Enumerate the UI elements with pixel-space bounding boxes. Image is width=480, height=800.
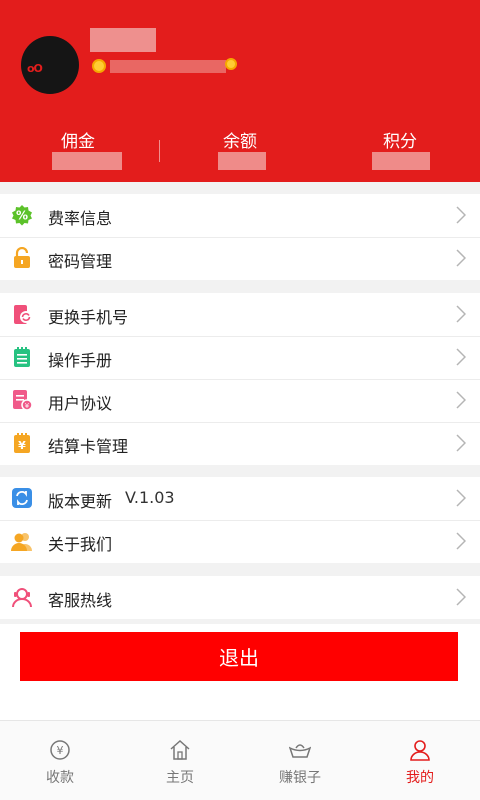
svg-text:¥: ¥ <box>25 402 30 410</box>
stat-balance-value-redacted <box>218 152 266 170</box>
logout-button[interactable]: 退出 <box>20 632 458 681</box>
redacted-account-info <box>110 60 226 73</box>
menu-group-app: 版本更新 V.1.03 关于我们 <box>0 477 480 563</box>
avatar[interactable]: oO <box>21 36 79 94</box>
app-version: V.1.03 <box>125 488 175 507</box>
agreement-icon: ¥ <box>13 390 33 411</box>
menu-item-label: 结算卡管理 <box>48 437 129 456</box>
menu-item-manual[interactable]: 操作手册 <box>0 336 480 379</box>
stat-points-label[interactable]: 积分 <box>350 127 450 152</box>
people-icon <box>11 533 32 551</box>
chevron-right-icon <box>456 348 466 366</box>
tab-home[interactable]: 主页 <box>120 721 240 800</box>
tab-collect[interactable]: ¥ 收款 <box>0 721 120 800</box>
bottom-tab-bar: ¥ 收款 主页 赚银子 我的 <box>0 720 480 800</box>
menu-group-support: 客服热线 <box>0 576 480 619</box>
tab-label: 主页 <box>166 770 194 786</box>
chevron-right-icon <box>456 249 466 267</box>
lock-icon <box>14 247 30 268</box>
manual-icon <box>14 347 30 367</box>
yen-coin-icon: ¥ <box>50 740 70 760</box>
stat-balance-label[interactable]: 余额 <box>190 127 290 152</box>
menu-item-label: 版本更新 <box>48 492 113 511</box>
tab-mine[interactable]: 我的 <box>360 721 480 800</box>
user-icon <box>410 740 430 761</box>
menu-item-settlement-card[interactable]: ¥ 结算卡管理 <box>0 422 480 465</box>
chevron-right-icon <box>456 305 466 323</box>
menu-group-settings: 更换手机号 操作手册 ¥ 用户协议 ¥ 结算卡管理 <box>0 293 480 465</box>
menu-item-customer-service[interactable]: 客服热线 <box>0 576 480 619</box>
menu-item-label: 用户协议 <box>48 394 113 413</box>
chevron-right-icon <box>456 434 466 452</box>
menu-item-rate-info[interactable]: % 费率信息 <box>0 194 480 237</box>
profile-header: oO 佣金 余额 积分 <box>0 0 480 182</box>
percent-icon: % <box>12 205 32 226</box>
menu-item-label: 费率信息 <box>48 209 113 228</box>
menu-item-label: 更换手机号 <box>48 308 129 327</box>
menu-item-label: 密码管理 <box>48 252 113 271</box>
home-icon <box>170 739 190 760</box>
tab-label: 赚银子 <box>279 770 321 786</box>
menu-item-about-us[interactable]: 关于我们 <box>0 520 480 563</box>
menu-item-label: 客服热线 <box>48 591 113 610</box>
avatar-mark: oO <box>27 62 43 75</box>
redacted-username <box>90 28 156 52</box>
chevron-right-icon <box>456 588 466 606</box>
chevron-right-icon <box>456 532 466 550</box>
chevron-right-icon <box>456 391 466 409</box>
tab-label: 收款 <box>46 770 74 786</box>
customer-service-icon <box>12 588 32 608</box>
menu-item-agreement[interactable]: ¥ 用户协议 <box>0 379 480 422</box>
svg-text:¥: ¥ <box>57 744 64 757</box>
stat-divider <box>159 140 160 162</box>
menu-item-label: 关于我们 <box>48 535 113 554</box>
coin-icon <box>92 59 106 73</box>
verified-coin-icon <box>225 58 237 70</box>
chevron-right-icon <box>456 206 466 224</box>
silver-ingot-icon <box>289 744 311 758</box>
refresh-icon <box>12 488 32 508</box>
svg-text:¥: ¥ <box>18 439 26 452</box>
stat-points-value-redacted <box>372 152 430 170</box>
phone-change-icon <box>14 305 32 324</box>
stat-commission-value-redacted <box>52 152 122 170</box>
menu-group-account: % 费率信息 密码管理 <box>0 194 480 280</box>
tab-label: 我的 <box>406 770 434 786</box>
menu-item-label: 操作手册 <box>48 351 113 370</box>
settlement-card-icon: ¥ <box>14 433 30 453</box>
svg-text:%: % <box>16 209 28 223</box>
tab-earn-silver[interactable]: 赚银子 <box>240 721 360 800</box>
menu-item-password[interactable]: 密码管理 <box>0 237 480 280</box>
menu-item-change-phone[interactable]: 更换手机号 <box>0 293 480 336</box>
stat-commission-label[interactable]: 佣金 <box>28 127 128 152</box>
menu-item-version-update[interactable]: 版本更新 V.1.03 <box>0 477 480 520</box>
chevron-right-icon <box>456 489 466 507</box>
